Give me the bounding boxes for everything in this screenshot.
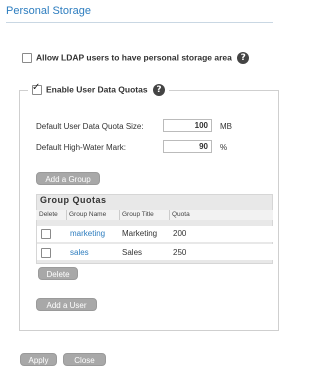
help-icon[interactable]: ? [237,52,250,64]
group-name-link[interactable]: sales [70,248,89,257]
ldap-label: Allow LDAP users to have personal storag… [36,52,232,63]
high-water-label: Default High-Water Mark: [36,143,126,152]
add-group-button[interactable]: Add a Group [36,172,100,185]
quota-size-input[interactable]: 100 [163,119,212,132]
close-button[interactable]: Close [63,353,106,366]
group-title-cell: Marketing [122,229,158,238]
apply-button[interactable]: Apply [20,353,57,366]
quota-size-label: Default User Data Quota Size: [36,122,144,131]
title-divider [6,22,273,23]
ldap-option: Allow LDAP users to have personal storag… [22,52,250,64]
column-separator [169,210,170,220]
column-separator [119,210,120,220]
quota-size-unit: MB [220,122,232,131]
group-quotas-title: Group Quotas [40,195,107,205]
row-delete-checkbox[interactable] [41,248,51,258]
high-water-unit: % [220,143,228,152]
high-water-input[interactable]: 90 [163,140,212,153]
column-header-group-title: Group Title [122,211,154,218]
group-quota-cell: 200 [173,229,187,238]
column-header-group-name: Group Name [69,211,107,218]
quota-enable-label: Enable User Data Quotas [46,84,148,95]
column-header-quota: Quota [172,211,190,218]
row-delete-checkbox[interactable] [41,229,51,239]
column-separator [66,210,67,220]
ldap-checkbox[interactable] [22,53,32,63]
add-user-button[interactable]: Add a User [36,298,97,311]
quota-enable-checkbox[interactable] [32,82,42,95]
group-title-cell: Sales [122,248,143,257]
group-quota-cell: 250 [173,248,187,257]
quota-legend: Enable User Data Quotas ? [28,82,169,96]
group-name-link[interactable]: marketing [70,229,105,238]
page-title: Personal Storage [6,5,91,17]
help-icon[interactable]: ? [152,84,165,96]
column-header-delete: Delete [39,211,58,218]
delete-button[interactable]: Delete [38,267,78,280]
